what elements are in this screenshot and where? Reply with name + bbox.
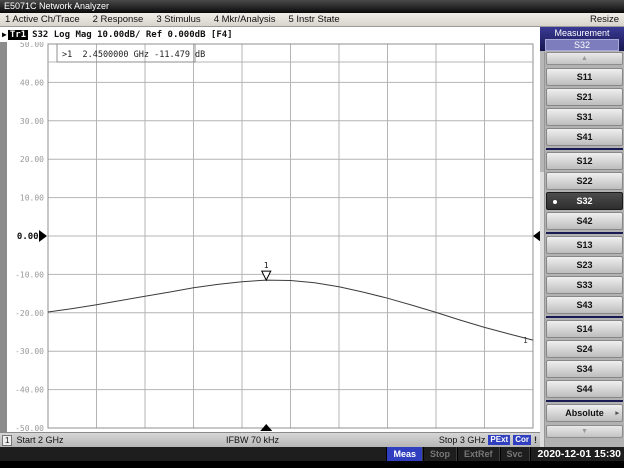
menu-item-mkr-analysis[interactable]: 4 Mkr/Analysis <box>214 14 276 25</box>
marker-readout-text: >1 2.4500000 GHz -11.479 dB <box>62 50 205 60</box>
softkey-s21[interactable]: S21 <box>546 88 623 106</box>
menu-item-active-ch-trace[interactable]: 1 Active Ch/Trace <box>5 14 80 25</box>
stimulus-bar: 1 Start 2 GHz IFBW 70 kHz Stop 3 GHz PEx… <box>0 432 540 447</box>
menu-item-stimulus[interactable]: 3 Stimulus <box>156 14 200 25</box>
softkey-s43[interactable]: S43 <box>546 296 623 314</box>
softkey-header-value: S32 <box>545 39 619 51</box>
active-trace-pointer-icon: ▶ <box>2 30 7 39</box>
menu-bar: 1 Active Ch/Trace 2 Response 3 Stimulus … <box>0 13 624 27</box>
softkey-s14[interactable]: S14 <box>546 320 623 338</box>
menu-item-instr-state[interactable]: 5 Instr State <box>288 14 339 25</box>
window-title-bar[interactable]: E5071C Network Analyzer <box>0 0 624 13</box>
scroll-down-button[interactable]: ▼ <box>546 425 623 438</box>
softkey-s31[interactable]: S31 <box>546 108 623 126</box>
softkey-s41[interactable]: S41 <box>546 128 623 146</box>
softkey-group-separator <box>546 148 623 150</box>
trace-end-number: 1 <box>523 336 528 345</box>
window-title: E5071C Network Analyzer <box>4 1 109 11</box>
y-axis-tick-label: 20.00 <box>20 155 44 164</box>
y-axis-tick-label: 50.00 <box>20 42 44 49</box>
softkey-s22[interactable]: S22 <box>546 172 623 190</box>
datetime-label: 2020-12-01 15:30 <box>530 447 624 461</box>
y-axis-tick-label: -30.00 <box>15 347 44 356</box>
instrument-status-bar: MeasStopExtRefSvc 2020-12-01 15:30 <box>0 447 624 461</box>
chevron-up-icon: ▲ <box>581 55 588 62</box>
y-axis-tick-label: -10.00 <box>15 270 44 279</box>
channel-window: ▶ Tr1 S32 Log Mag 10.00dB/ Ref 0.000dB [… <box>0 27 540 432</box>
softkey-s24[interactable]: S24 <box>546 340 623 358</box>
warning-indicator: ! <box>534 435 537 445</box>
softkey-scrollbar[interactable] <box>540 52 545 447</box>
ref-level-right-triangle-icon <box>533 230 540 242</box>
marker-1-triangle-icon[interactable] <box>262 271 271 280</box>
y-axis-tick-label: 40.00 <box>20 78 44 87</box>
y-axis-tick-label: 10.00 <box>20 194 44 203</box>
pext-badge: PExt <box>488 435 510 445</box>
status-stop-indicator: Stop <box>423 447 457 461</box>
plot-area[interactable]: 50.0040.0030.0020.0010.000.000-10.00-20.… <box>0 42 540 432</box>
softkey-group-separator <box>546 400 623 402</box>
softkey-s32[interactable]: S32 <box>546 192 623 210</box>
ifbw-label: IFBW 70 kHz <box>226 435 279 445</box>
softkey-header: Measurement S32 <box>540 27 624 51</box>
menu-item-response[interactable]: 2 Response <box>93 14 144 25</box>
softkey-group-separator <box>546 232 623 234</box>
chevron-down-icon: ▼ <box>581 428 588 435</box>
softkey-s11[interactable]: S11 <box>546 68 623 86</box>
y-axis-tick-label: -50.00 <box>15 424 44 432</box>
softkey-header-title: Measurement <box>540 28 624 38</box>
y-axis-tick-label: 30.00 <box>20 117 44 126</box>
resize-button[interactable]: Resize <box>590 14 619 25</box>
trace-status-line: ▶ Tr1 S32 Log Mag 10.00dB/ Ref 0.000dB [… <box>0 27 540 42</box>
softkey-absolute[interactable]: Absolute▸ <box>546 404 623 422</box>
softkey-s12[interactable]: S12 <box>546 152 623 170</box>
status-meas-indicator: Meas <box>386 447 423 461</box>
scroll-up-button[interactable]: ▲ <box>546 52 623 65</box>
submenu-arrow-icon: ▸ <box>615 409 619 417</box>
scrollbar-thumb[interactable] <box>540 52 544 172</box>
channel-left-strip[interactable] <box>0 42 7 432</box>
y-axis-tick-label: -40.00 <box>15 386 44 395</box>
status-svc-indicator: Svc <box>500 447 530 461</box>
softkey-list: S11 S21 S31 S41 S12 S22 S32 S42 S13 S23 S33 S43 S14 S… <box>546 68 623 422</box>
trace-badge[interactable]: Tr1 <box>8 30 28 40</box>
softkey-panel: Measurement S32 ▲ S11S21S31S41S12S22S32S… <box>540 27 624 447</box>
start-frequency-label: Start 2 GHz <box>16 435 63 445</box>
softkey-s42[interactable]: S42 <box>546 212 623 230</box>
softkey-s33[interactable]: S33 <box>546 276 623 294</box>
channel-number-box: 1 <box>2 435 12 446</box>
marker-1-number: 1 <box>264 261 269 270</box>
softkey-s23[interactable]: S23 <box>546 256 623 274</box>
softkey-group-separator <box>546 316 623 318</box>
y-axis-tick-label: -20.00 <box>15 309 44 318</box>
softkey-s34[interactable]: S34 <box>546 360 623 378</box>
status-extref-indicator: ExtRef <box>457 447 500 461</box>
softkey-s13[interactable]: S13 <box>546 236 623 254</box>
trace-format-text: S32 Log Mag 10.00dB/ Ref 0.000dB [F4] <box>32 30 232 40</box>
selected-dot-icon <box>553 200 557 204</box>
cor-badge: Cor <box>513 435 531 445</box>
stop-frequency-label: Stop 3 GHz <box>439 435 486 445</box>
softkey-s44[interactable]: S44 <box>546 380 623 398</box>
